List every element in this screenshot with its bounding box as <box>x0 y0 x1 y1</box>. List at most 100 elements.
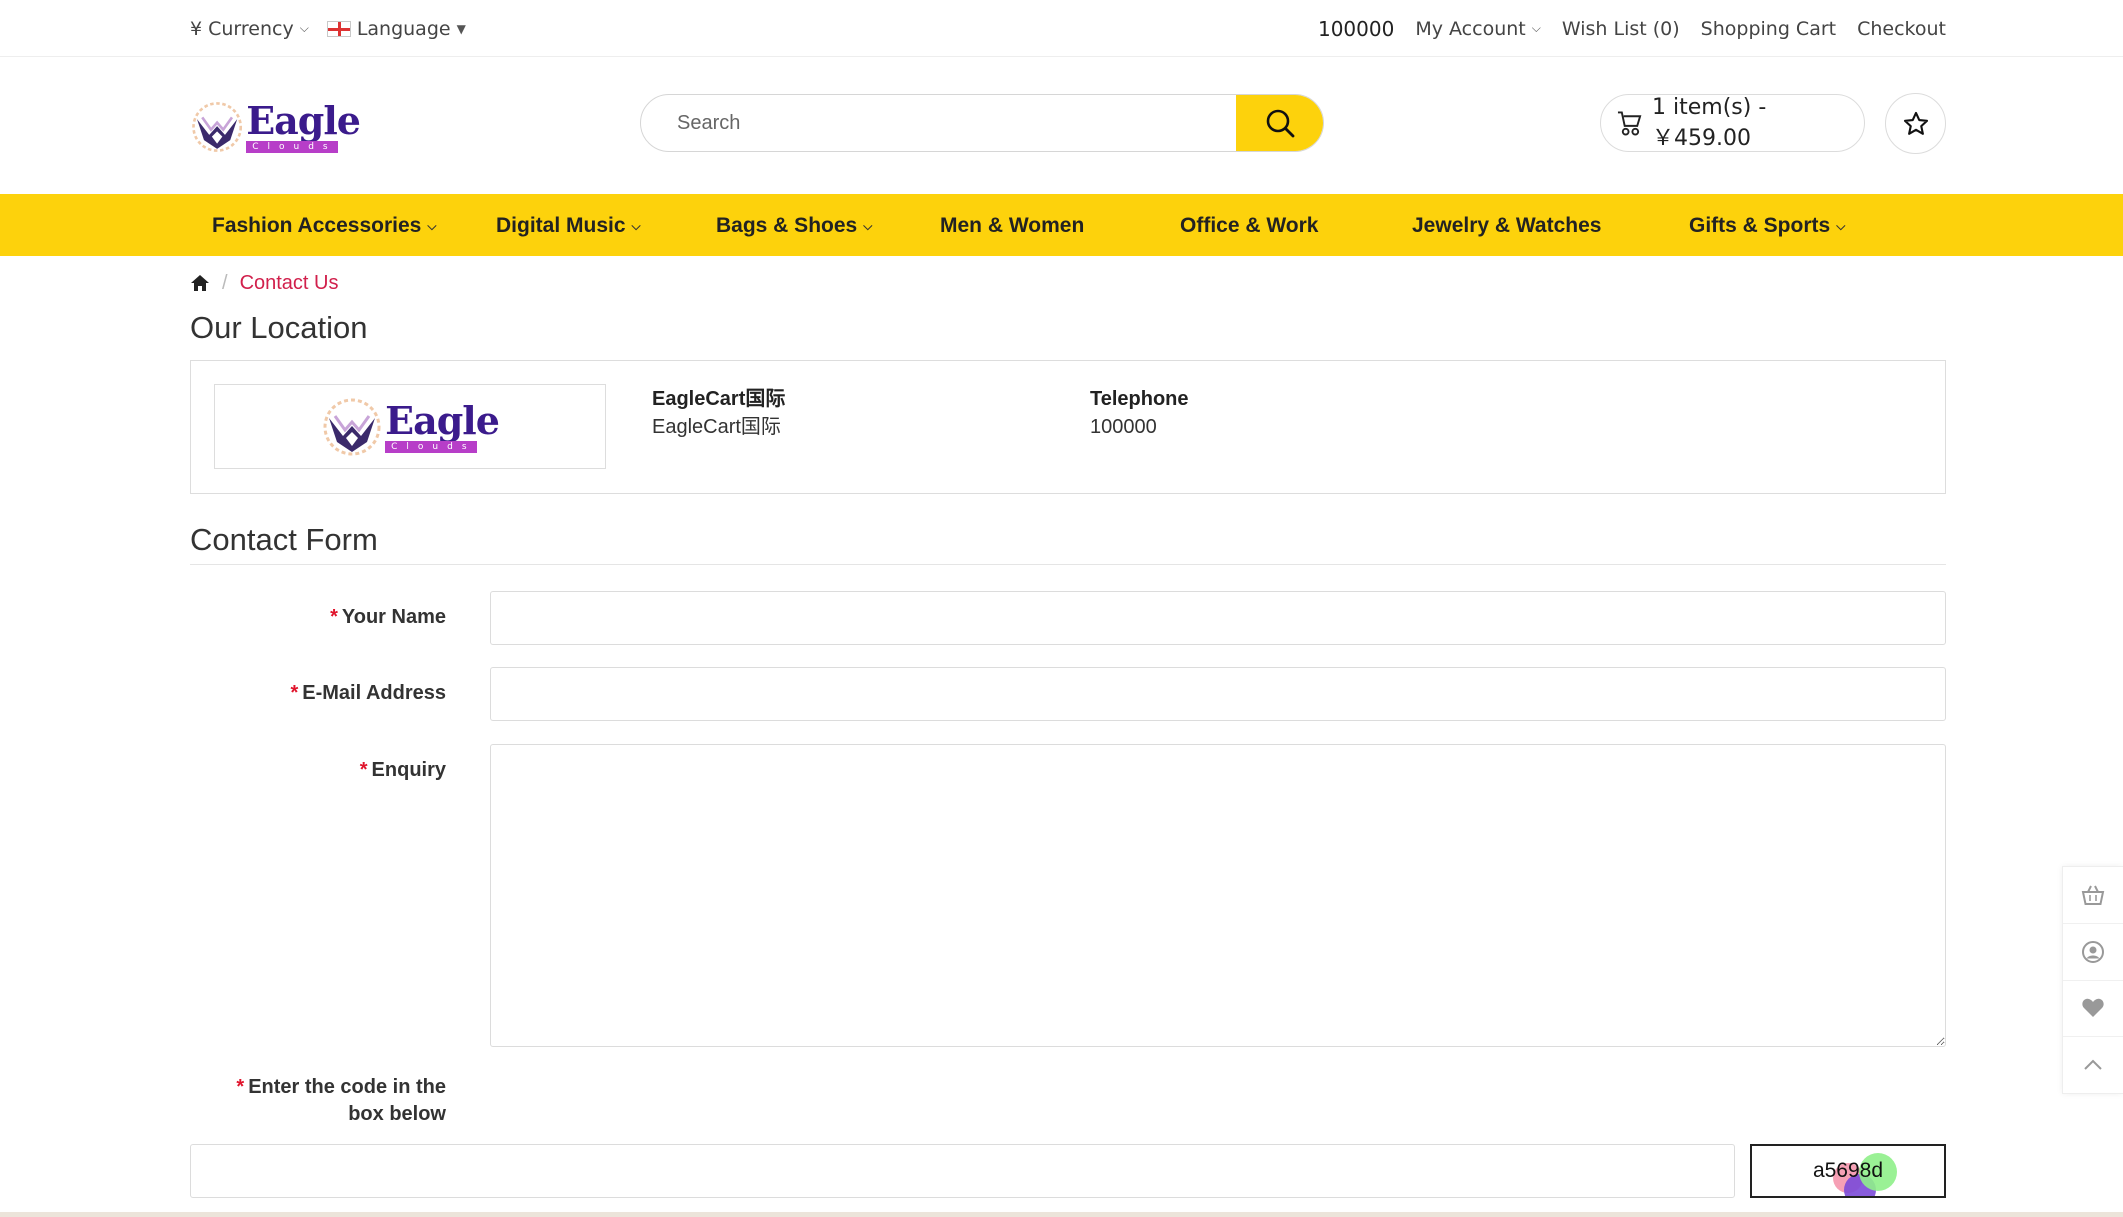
search-button[interactable] <box>1236 95 1323 151</box>
store-address-block: EagleCart国际 EagleCart国际 <box>652 385 785 441</box>
enquiry-textarea[interactable] <box>490 744 1946 1047</box>
side-toolbar <box>2062 866 2123 1094</box>
main-nav: Fashion Accessories ⌵ Digital Music ⌵ Bags… <box>0 194 2123 256</box>
nav-item-label: Jewelry & Watches <box>1412 214 1602 237</box>
top-bar: ¥ Currency ⌵ Language ▼ 100000 My Accoun… <box>0 0 2123 57</box>
store-address: EagleCart国际 <box>652 416 781 438</box>
chevron-down-icon: ⌵ <box>1836 218 1846 233</box>
your-name-input[interactable] <box>490 591 1946 645</box>
telephone-block: Telephone 100000 <box>1090 385 1189 441</box>
nav-item-label: Bags & Shoes <box>716 214 858 237</box>
chevron-up-icon <box>2084 1059 2102 1070</box>
nav-item-jewelry-watches[interactable]: Jewelry & Watches <box>1412 214 1601 238</box>
nav-item-digital-music[interactable]: Digital Music ⌵ <box>496 214 641 238</box>
shopping-cart-link[interactable]: Shopping Cart <box>1701 18 1836 40</box>
star-icon <box>1903 111 1928 135</box>
search-input[interactable] <box>641 95 1236 151</box>
nav-item-bags-shoes[interactable]: Bags & Shoes ⌵ <box>716 214 872 238</box>
site-logo[interactable]: Eagle Clouds <box>190 93 361 161</box>
chevron-down-icon: ⌵ <box>1531 21 1541 35</box>
wish-list-link[interactable]: Wish List (0) <box>1562 18 1680 40</box>
required-marker: * <box>330 606 338 628</box>
cart-summary: 1 item(s) - ￥459.00 <box>1652 94 1767 151</box>
phone-number: 100000 <box>1317 16 1395 41</box>
top-bar-left: ¥ Currency ⌵ Language ▼ <box>190 18 484 40</box>
breadcrumb-separator: / <box>222 271 228 294</box>
required-marker: * <box>290 682 299 704</box>
side-cart-button[interactable] <box>2063 867 2123 924</box>
nav-item-men-women[interactable]: Men & Women <box>940 214 1084 238</box>
search-bar <box>640 94 1324 152</box>
captcha-label-line2: box below <box>348 1103 446 1125</box>
enquiry-label: * Enquiry <box>190 757 446 784</box>
cart-icon <box>1617 111 1642 136</box>
currency-symbol: ¥ <box>190 17 203 40</box>
store-logo-word: Eagle <box>385 397 500 443</box>
store-logo: Eagle Clouds <box>214 384 606 469</box>
your-name-label-text: Your Name <box>341 606 446 628</box>
nav-item-label: Fashion Accessories <box>212 214 422 237</box>
home-icon[interactable] <box>190 274 210 292</box>
heart-icon <box>2082 999 2104 1018</box>
currency-label: Currency <box>208 17 294 40</box>
header: Eagle Clouds 1 item(s) - ￥459.00 <box>0 57 2123 194</box>
telephone-label: Telephone <box>1090 388 1189 410</box>
nav-item-gifts-sports[interactable]: Gifts & Sports ⌵ <box>1689 214 1845 238</box>
required-marker: * <box>236 1076 245 1098</box>
page-bottom-border <box>0 1212 2123 1217</box>
language-label: Language <box>356 17 451 40</box>
search-icon <box>1266 109 1294 138</box>
side-account-button[interactable] <box>2063 924 2123 981</box>
store-name: EagleCart国际 <box>652 388 786 410</box>
cart-button[interactable]: 1 item(s) - ￥459.00 <box>1600 94 1865 152</box>
nav-item-label: Gifts & Sports <box>1689 214 1831 237</box>
your-name-label: * Your Name <box>190 604 446 631</box>
side-scroll-top-button[interactable] <box>2063 1037 2123 1093</box>
basket-icon <box>2081 885 2105 905</box>
main-content: / Contact Us Our Location Eagle Clouds E… <box>190 256 1946 1198</box>
captcha-image: a5698d <box>1750 1144 1946 1198</box>
currency-dropdown[interactable]: ¥ Currency ⌵ <box>190 18 309 40</box>
nav-item-label: Men & Women <box>940 214 1085 237</box>
top-bar-right: 100000 My Account ⌵ Wish List (0) Shoppi… <box>1318 17 1946 41</box>
chevron-down-icon: ⌵ <box>427 218 437 233</box>
breadcrumb-contact-us[interactable]: Contact Us <box>240 272 339 295</box>
flag-icon <box>326 20 351 37</box>
logo-word: Eagle <box>246 98 361 143</box>
nav-item-fashion-accessories[interactable]: Fashion Accessories ⌵ <box>212 214 436 238</box>
enquiry-label-text: Enquiry <box>371 759 446 781</box>
captcha-label-line1: Enter the code in the <box>248 1076 446 1098</box>
captcha-label: * Enter the code in the box below <box>190 1074 446 1128</box>
side-wishlist-button[interactable] <box>2063 981 2123 1038</box>
wishlist-button[interactable] <box>1885 93 1946 154</box>
email-label-text: E-Mail Address <box>302 682 446 704</box>
language-dropdown[interactable]: Language ▼ <box>326 17 466 40</box>
contact-form-title: Contact Form <box>190 522 378 557</box>
nav-item-label: Office & Work <box>1180 214 1319 237</box>
location-panel: Eagle Clouds EagleCart国际 EagleCart国际 Tel… <box>190 360 1946 494</box>
nav-item-label: Digital Music <box>496 214 626 237</box>
my-account-label: My Account <box>1415 17 1526 40</box>
my-account-dropdown[interactable]: My Account ⌵ <box>1415 18 1541 40</box>
store-logo-tagline: Clouds <box>385 440 478 453</box>
caret-down-icon: ▼ <box>456 21 466 36</box>
store-logo-mark: Eagle Clouds <box>321 393 500 461</box>
eagle-logo-icon <box>192 102 243 152</box>
chevron-down-icon: ⌵ <box>863 218 873 233</box>
breadcrumb: / Contact Us <box>190 256 1946 310</box>
email-input[interactable] <box>490 667 1946 721</box>
captcha-input[interactable] <box>190 1144 1735 1198</box>
nav-item-office-work[interactable]: Office & Work <box>1180 214 1318 238</box>
logo-tagline: Clouds <box>246 141 339 153</box>
checkout-link[interactable]: Checkout <box>1857 18 1946 40</box>
captcha-code: a5698d <box>1812 1159 1884 1182</box>
email-label: * E-Mail Address <box>190 680 446 707</box>
chevron-down-icon: ⌵ <box>299 21 309 35</box>
eagle-logo-icon <box>323 398 381 455</box>
required-marker: * <box>359 759 368 781</box>
chevron-down-icon: ⌵ <box>631 218 641 233</box>
user-icon <box>2082 940 2104 963</box>
contact-form-header: Contact Form <box>190 522 1946 565</box>
telephone-value: 100000 <box>1090 416 1157 438</box>
our-location-title: Our Location <box>190 310 368 345</box>
